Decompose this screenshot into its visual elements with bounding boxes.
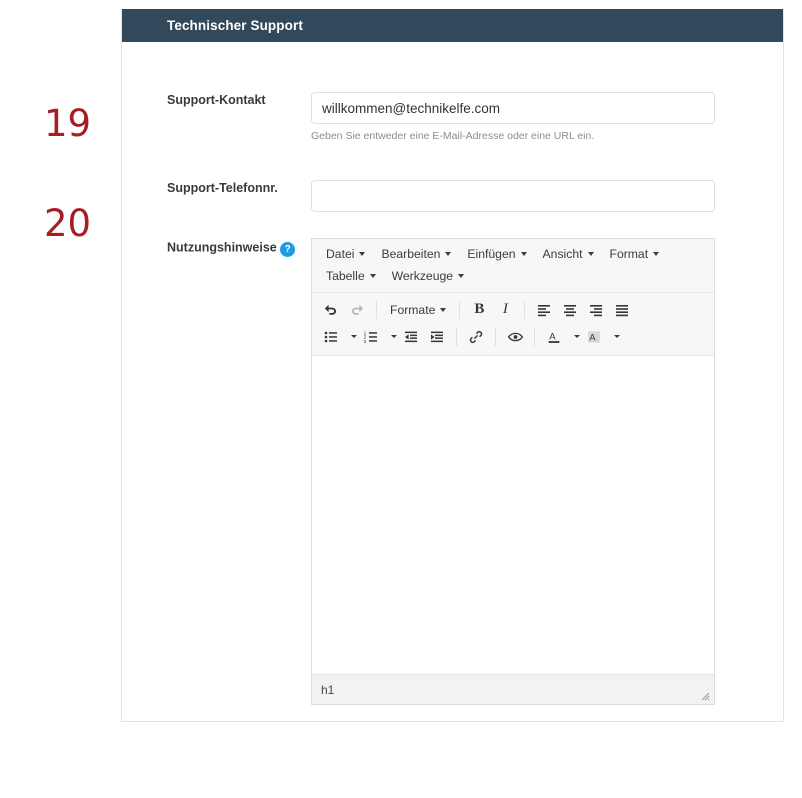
align-justify-icon[interactable] [609, 298, 635, 322]
support-contact-input[interactable] [311, 92, 715, 124]
annotation-number-19: 19 [44, 102, 92, 145]
toolbar-separator [459, 300, 461, 319]
menu-ansicht-label: Ansicht [542, 247, 583, 261]
chevron-down-icon [440, 307, 447, 312]
bold-icon-label: B [474, 301, 485, 317]
editor-toolbar: Formate B I 1 2 3 A A [312, 293, 714, 356]
chevron-down-icon [613, 335, 620, 338]
menu-werkzeuge[interactable]: Werkzeuge [384, 265, 472, 287]
italic-icon-label: I [502, 301, 508, 317]
support-contact-label: Support-Kontakt [167, 93, 266, 107]
chevron-down-icon [573, 335, 580, 338]
background-color-chevron-down-icon[interactable] [607, 325, 621, 349]
chevron-down-icon [390, 335, 397, 338]
indent-icon[interactable] [424, 325, 450, 349]
menu-ansicht[interactable]: Ansicht [535, 243, 602, 265]
support-phone-control [311, 180, 715, 212]
resize-grip-icon[interactable] [697, 688, 710, 701]
chevron-down-icon [369, 274, 376, 278]
align-left-icon[interactable] [531, 298, 557, 322]
menu-tabelle[interactable]: Tabelle [318, 265, 384, 287]
help-circle-icon[interactable]: ? [280, 242, 296, 257]
usage-notes-control: Datei Bearbeiten Einfügen Ansicht Format… [311, 238, 715, 705]
menu-format-label: Format [609, 247, 649, 261]
preview-eye-icon[interactable] [502, 325, 528, 349]
bullet-list-chevron-down-icon[interactable] [344, 325, 358, 349]
outdent-icon[interactable] [398, 325, 424, 349]
support-phone-input[interactable] [311, 180, 715, 212]
chevron-down-icon [445, 252, 452, 256]
chevron-down-icon [350, 335, 357, 338]
text-color-chevron-down-icon[interactable] [567, 325, 581, 349]
menu-einfuegen-label: Einfügen [467, 247, 516, 261]
support-contact-help-text: Geben Sie entweder eine E-Mail-Adresse o… [311, 130, 595, 142]
formats-dropdown[interactable]: Formate [383, 298, 453, 322]
numbered-list-icon[interactable]: 1 2 3 [358, 325, 384, 349]
chevron-down-icon [653, 252, 660, 256]
page-title: Technischer Support [167, 18, 303, 33]
usage-notes-label-text: Nutzungshinweise [167, 240, 277, 255]
svg-text:A: A [549, 331, 556, 342]
menu-tabelle-label: Tabelle [326, 269, 365, 283]
chevron-down-icon [359, 252, 366, 256]
menu-werkzeuge-label: Werkzeuge [391, 269, 454, 283]
editor-toolbar-row-2: 1 2 3 A A [318, 323, 708, 350]
svg-text:3: 3 [364, 338, 367, 343]
toolbar-separator [495, 327, 496, 346]
editor-toolbar-row-1: Formate B I [318, 296, 708, 323]
menu-bearbeiten[interactable]: Bearbeiten [373, 243, 459, 265]
formats-dropdown-label: Formate [390, 302, 436, 317]
background-color-icon[interactable]: A [581, 325, 607, 349]
technical-support-panel: Technischer Support Support-Kontakt Gebe… [121, 9, 784, 722]
rich-text-editor: Datei Bearbeiten Einfügen Ansicht Format… [311, 238, 715, 705]
support-phone-label: Support-Telefonnr. [167, 181, 278, 195]
menu-datei[interactable]: Datei [318, 243, 373, 265]
menu-einfuegen[interactable]: Einfügen [459, 243, 534, 265]
undo-icon[interactable] [318, 298, 344, 322]
editor-element-path[interactable]: h1 [321, 683, 334, 697]
editor-content-area[interactable] [312, 356, 714, 674]
align-right-icon[interactable] [583, 298, 609, 322]
toolbar-separator [376, 300, 377, 319]
menu-bearbeiten-label: Bearbeiten [381, 247, 441, 261]
align-center-icon[interactable] [557, 298, 583, 322]
panel-header: Technischer Support [122, 9, 783, 42]
toolbar-separator [456, 327, 457, 346]
link-icon[interactable] [463, 325, 489, 349]
panel-body: Support-Kontakt Geben Sie entweder eine … [122, 42, 783, 721]
toolbar-separator [534, 327, 535, 346]
bold-icon[interactable]: B [466, 298, 492, 322]
redo-icon [344, 298, 370, 322]
menu-format[interactable]: Format [602, 243, 668, 265]
editor-menubar: Datei Bearbeiten Einfügen Ansicht Format… [312, 239, 714, 293]
numbered-list-chevron-down-icon[interactable] [384, 325, 398, 349]
usage-notes-label: Nutzungshinweise ? [167, 238, 317, 257]
chevron-down-icon [458, 274, 465, 278]
bullet-list-icon[interactable] [318, 325, 344, 349]
editor-statusbar: h1 [312, 674, 714, 704]
toolbar-separator [524, 300, 526, 319]
text-color-icon[interactable]: A [541, 325, 567, 349]
italic-icon[interactable]: I [492, 298, 518, 322]
chevron-down-icon [587, 252, 594, 256]
chevron-down-icon [520, 252, 527, 256]
svg-text:A: A [589, 332, 596, 343]
annotation-number-20: 20 [44, 202, 92, 245]
menu-datei-label: Datei [326, 247, 355, 261]
support-contact-control: Geben Sie entweder eine E-Mail-Adresse o… [311, 92, 715, 144]
